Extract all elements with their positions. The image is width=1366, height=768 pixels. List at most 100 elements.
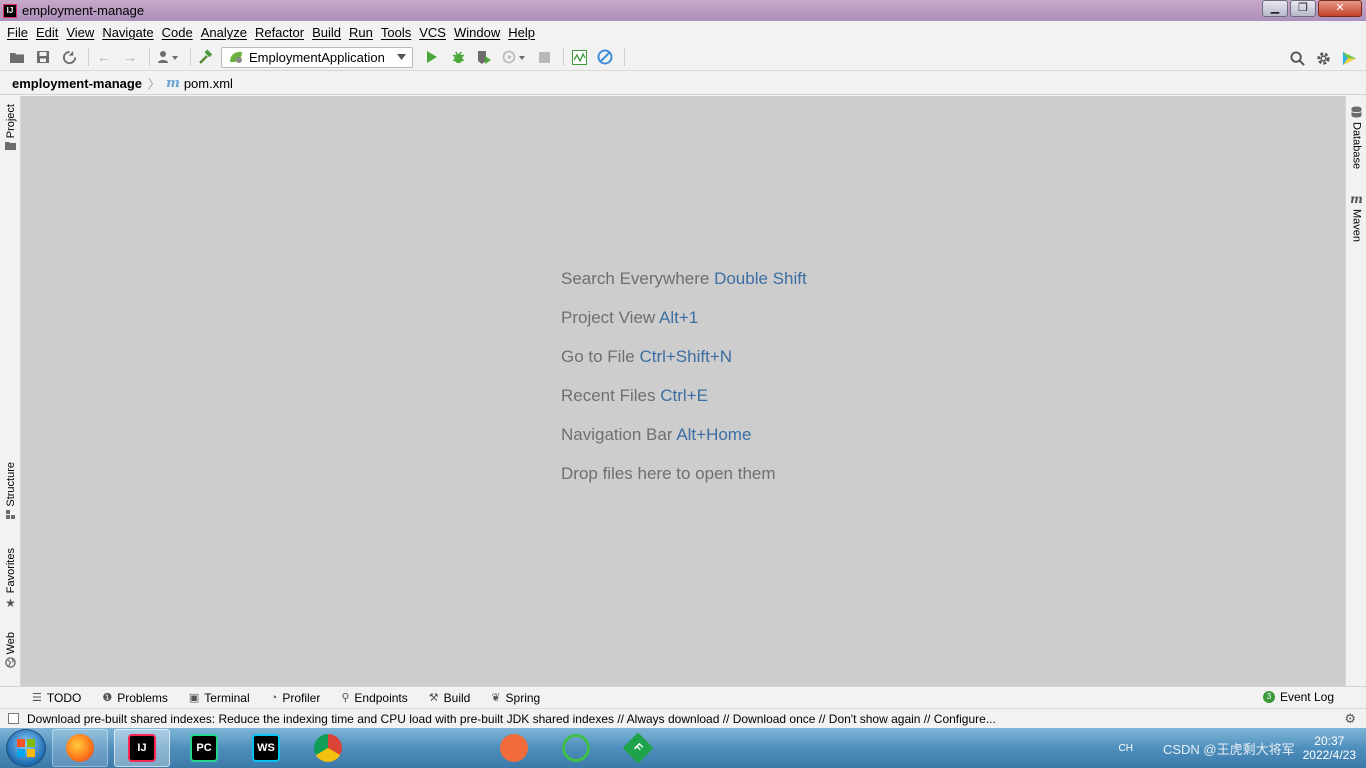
hint-drop-files: Drop files here to open them xyxy=(561,464,776,483)
breadcrumb-file[interactable]: pom.xml xyxy=(184,76,233,91)
taskbar-fdm[interactable]: F xyxy=(610,729,666,767)
database-icon xyxy=(1351,106,1362,118)
tool-profiler[interactable]: ◔ Profiler xyxy=(271,691,321,705)
taskbar-webstorm[interactable]: WS xyxy=(238,729,294,767)
menu-view[interactable]: View xyxy=(62,25,98,40)
status-bar: Download pre-built shared indexes: Reduc… xyxy=(0,708,1366,728)
profile-icon[interactable] xyxy=(499,46,529,68)
toolbar-separator xyxy=(624,48,625,66)
chevron-down-icon xyxy=(397,54,406,60)
tab-structure-label: Structure xyxy=(4,462,17,507)
activity-monitor-icon[interactable] xyxy=(568,46,590,68)
star-icon: ★ xyxy=(5,596,16,611)
restore-button[interactable]: ❐ xyxy=(1290,0,1316,17)
menu-vcs[interactable]: VCS xyxy=(415,25,450,40)
taskbar-firefox[interactable] xyxy=(52,729,108,767)
tool-problems[interactable]: ❶ Problems xyxy=(102,691,168,705)
tab-favorites-label: Favorites xyxy=(4,548,17,594)
tab-database[interactable]: Database xyxy=(1346,106,1366,169)
save-icon[interactable] xyxy=(32,46,54,68)
tab-web[interactable]: Web xyxy=(0,632,21,669)
terminal-icon: ▣ xyxy=(188,692,200,704)
clock[interactable]: 20:37 2022/4/23 xyxy=(1303,734,1356,762)
input-language[interactable]: CH xyxy=(1119,743,1133,754)
sync-icon[interactable] xyxy=(58,46,80,68)
taskbar-intellij[interactable]: IJ xyxy=(114,729,170,767)
menu-tools[interactable]: Tools xyxy=(377,25,415,40)
tab-project-label: Project xyxy=(4,104,17,139)
menu-navigate[interactable]: Navigate xyxy=(98,25,157,40)
menu-run[interactable]: Run xyxy=(345,25,377,40)
hint-project-view: Project View Alt+1 xyxy=(561,308,699,327)
stop-icon[interactable] xyxy=(533,46,555,68)
tab-favorites[interactable]: Favorites ★ xyxy=(0,548,21,610)
forward-arrow-icon[interactable]: → xyxy=(119,46,141,68)
status-toggle-icon[interactable] xyxy=(8,713,19,724)
taskbar: IJ PC WS F CH CSDN @王虎剩大将军 20:37 2022/4/… xyxy=(0,728,1366,768)
status-message[interactable]: Download pre-built shared indexes: Reduc… xyxy=(27,712,996,726)
run-configuration-dropdown[interactable]: EmploymentApplication xyxy=(221,46,413,68)
open-folder-icon[interactable] xyxy=(6,46,28,68)
back-arrow-icon[interactable]: ← xyxy=(93,46,115,68)
chrome-icon xyxy=(314,734,342,762)
status-gear-icon[interactable]: ⚙ xyxy=(1344,711,1356,727)
menu-refactor[interactable]: Refactor xyxy=(251,25,308,40)
clock-time: 20:37 xyxy=(1314,734,1345,748)
maven-file-icon: m xyxy=(166,75,180,91)
dolphin-icon xyxy=(438,734,466,762)
search-icon[interactable] xyxy=(1286,47,1308,69)
breadcrumb-separator-icon: 〉 xyxy=(148,76,161,91)
structure-icon xyxy=(5,509,15,519)
close-button[interactable]: ✕ xyxy=(1318,0,1362,17)
user-dropdown-icon[interactable] xyxy=(154,46,182,68)
menu-file[interactable]: File xyxy=(3,25,32,40)
list-icon: ☰ xyxy=(32,692,42,704)
toolbar-separator xyxy=(190,48,191,66)
tool-build[interactable]: ⚒ Build xyxy=(429,691,471,705)
title-bar: IJ employment-manage ▁ ❐ ✕ xyxy=(0,0,1366,21)
menu-analyze[interactable]: Analyze xyxy=(197,25,251,40)
menu-window[interactable]: Window xyxy=(450,25,504,40)
menu-build[interactable]: Build xyxy=(308,25,345,40)
menu-edit[interactable]: Edit xyxy=(32,25,62,40)
hint-search-everywhere: Search Everywhere Double Shift xyxy=(561,269,807,288)
taskbar-chrome[interactable] xyxy=(300,729,356,767)
jetbrains-toolbox-icon[interactable] xyxy=(1338,47,1360,69)
tool-todo[interactable]: ☰ TODO xyxy=(32,691,81,705)
taskbar-git[interactable] xyxy=(362,729,418,767)
run-configuration-label: EmploymentApplication xyxy=(249,49,385,65)
debug-bug-icon[interactable] xyxy=(447,46,469,68)
power-save-off-icon[interactable] xyxy=(594,46,616,68)
tool-spring[interactable]: ❦ Spring xyxy=(491,691,540,705)
left-tool-strip: Project Structure Favorites ★ Web xyxy=(0,96,21,686)
tab-maven[interactable]: m Maven xyxy=(1346,192,1366,242)
minimize-button[interactable]: ▁ xyxy=(1262,0,1288,17)
run-with-coverage-icon[interactable] xyxy=(473,46,495,68)
tool-event-log[interactable]: 3 Event Log xyxy=(1262,690,1334,704)
build-hammer-icon[interactable] xyxy=(195,46,217,68)
intellij-icon: IJ xyxy=(128,734,156,762)
firefox-icon xyxy=(66,734,94,762)
maven-icon: m xyxy=(1350,192,1363,206)
run-icon[interactable] xyxy=(421,46,443,68)
webstorm-icon: WS xyxy=(252,734,280,762)
taskbar-navicat[interactable] xyxy=(548,729,604,767)
tool-endpoints[interactable]: ⚲ Endpoints xyxy=(341,691,407,705)
editor-area[interactable]: Search Everywhere Double Shift Project V… xyxy=(21,96,1345,686)
taskbar-postman[interactable] xyxy=(486,729,542,767)
taskbar-pycharm[interactable]: PC xyxy=(176,729,232,767)
breadcrumb-project[interactable]: employment-manage xyxy=(12,76,142,91)
watermark-text: CSDN @王虎剩大将军 xyxy=(1162,741,1295,757)
toolbar-separator xyxy=(88,48,89,66)
tab-web-label: Web xyxy=(4,632,17,655)
info-icon: ❶ xyxy=(102,692,113,704)
endpoints-icon: ⚲ xyxy=(341,692,350,704)
gear-icon[interactable] xyxy=(1312,47,1334,69)
tab-project[interactable]: Project xyxy=(0,104,21,151)
taskbar-mysql[interactable] xyxy=(424,729,480,767)
menu-code[interactable]: Code xyxy=(158,25,197,40)
menu-help[interactable]: Help xyxy=(504,25,539,40)
tool-terminal[interactable]: ▣ Terminal xyxy=(189,691,250,705)
start-button[interactable] xyxy=(6,729,46,767)
tab-structure[interactable]: Structure xyxy=(0,462,21,520)
